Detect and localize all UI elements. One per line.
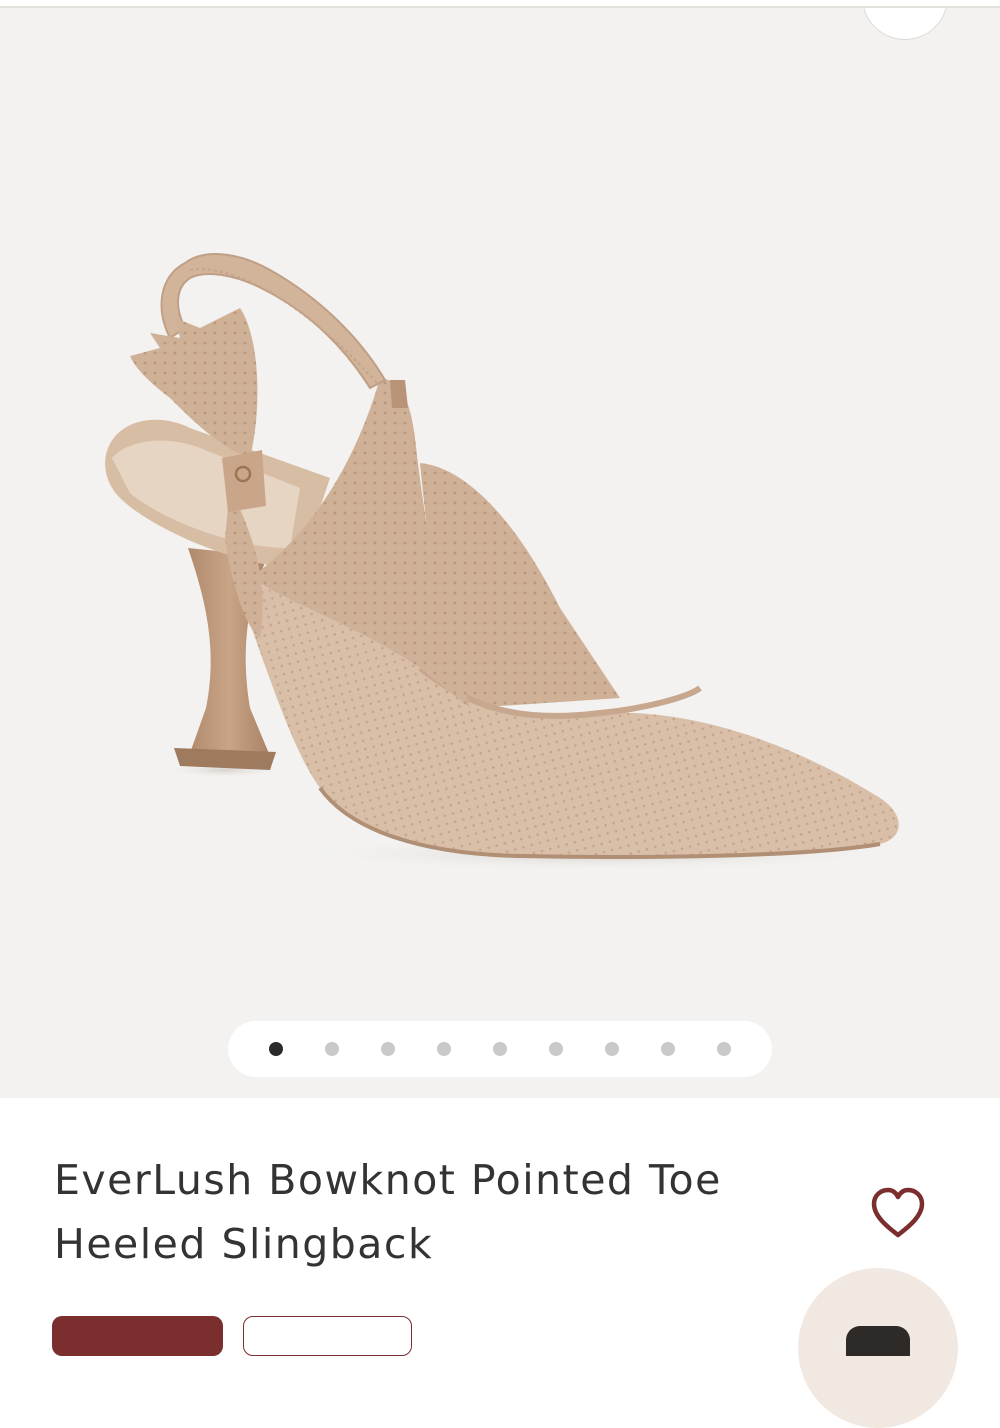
gallery-dot-4[interactable] (437, 1042, 451, 1056)
secondary-action-button[interactable] (243, 1316, 412, 1356)
chat-button[interactable] (798, 1268, 958, 1428)
gallery-dot-8[interactable] (661, 1042, 675, 1056)
chat-icon (846, 1326, 910, 1356)
gallery-dot-5[interactable] (493, 1042, 507, 1056)
gallery-dot-9[interactable] (717, 1042, 731, 1056)
heart-icon[interactable] (868, 1185, 928, 1241)
gallery-dot-6[interactable] (549, 1042, 563, 1056)
product-title-line-2: Heeled Slingback (54, 1220, 434, 1268)
product-gallery[interactable] (0, 8, 1000, 1098)
primary-action-button[interactable] (52, 1316, 223, 1356)
product-title-line-1: EverLush Bowknot Pointed Toe (54, 1156, 722, 1204)
product-title: EverLush Bowknot Pointed Toe Heeled Sling… (54, 1148, 794, 1276)
gallery-dot-1[interactable] (269, 1042, 283, 1056)
gallery-dot-3[interactable] (381, 1042, 395, 1056)
gallery-dot-2[interactable] (325, 1042, 339, 1056)
product-image[interactable] (0, 8, 1000, 1098)
gallery-pagination (228, 1021, 772, 1077)
gallery-dot-7[interactable] (605, 1042, 619, 1056)
